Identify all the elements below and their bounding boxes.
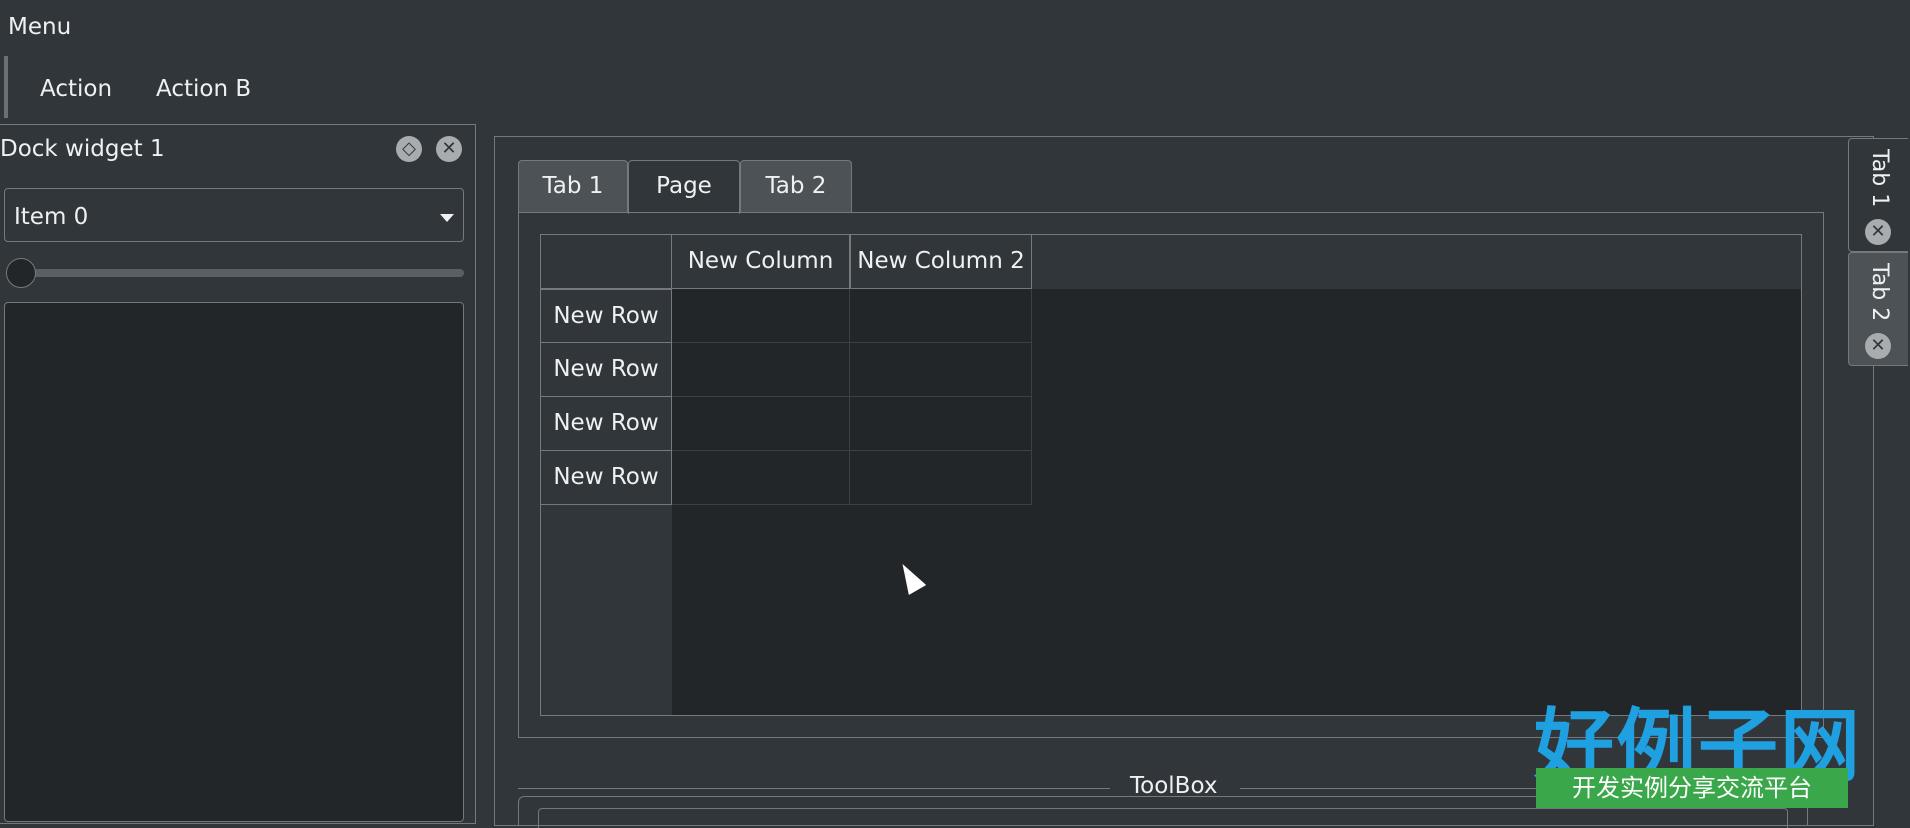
combobox-value: Item 0 [14,204,89,230]
table-cell[interactable] [850,397,1032,451]
slider-track[interactable] [18,269,464,277]
action-button[interactable]: Action [40,76,112,102]
table-cell[interactable] [672,343,850,397]
table-cell[interactable] [672,397,850,451]
table-corner-button[interactable] [541,235,672,289]
row-header[interactable]: New Row [541,289,672,343]
restore-icon[interactable]: ◇ [396,136,422,162]
slider-handle[interactable] [6,258,36,288]
table-cell[interactable] [850,343,1032,397]
row-header[interactable]: New Row [541,451,672,505]
column-header[interactable]: New Column [672,235,850,289]
menu-item-menu[interactable]: Menu [8,14,71,40]
table-cell[interactable] [850,289,1032,343]
side-tab-tab-2[interactable]: Tab 2 ✕ [1848,252,1908,366]
action-b-button[interactable]: Action B [156,76,251,102]
table-cell[interactable] [850,451,1032,505]
close-icon[interactable]: ✕ [436,136,462,162]
table-cell[interactable] [672,451,850,505]
close-icon[interactable]: ✕ [1865,333,1891,359]
tab-tab-2[interactable]: Tab 2 [740,160,852,212]
row-header[interactable]: New Row [541,397,672,451]
toolbar-handle[interactable] [4,56,8,118]
tab-page[interactable]: Page [628,160,740,214]
column-header[interactable]: New Column 2 [850,235,1032,289]
close-icon[interactable]: ✕ [1865,219,1891,245]
toolbox-divider-left [518,788,1110,789]
watermark-slogan: 开发实例分享交流平台 [1536,768,1848,808]
toolbar [0,58,1910,124]
row-header[interactable]: New Row [541,343,672,397]
side-tab-label: Tab 2 [1867,263,1892,322]
toolbox-page[interactable] [538,808,1788,828]
chevron-down-icon[interactable] [440,214,454,222]
tab-tab-1[interactable]: Tab 1 [518,160,628,212]
side-tab-tab-1[interactable]: Tab 1 ✕ [1848,138,1908,252]
dock-title: Dock widget 1 [0,136,165,162]
table-cell[interactable] [672,289,850,343]
side-tab-label: Tab 1 [1867,149,1892,208]
dock-content-area [4,302,464,822]
menu-bar [0,0,1910,58]
